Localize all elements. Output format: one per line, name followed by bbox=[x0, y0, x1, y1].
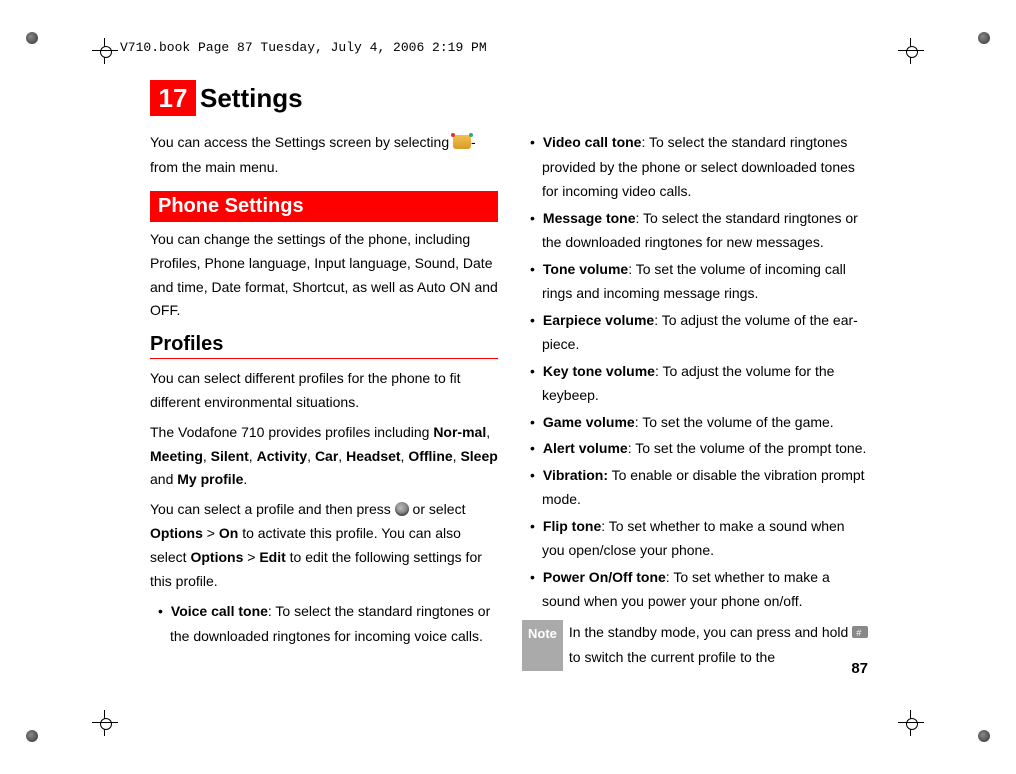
menu-path: Options bbox=[190, 549, 243, 565]
list-item: Game volume: To set the volume of the ga… bbox=[522, 410, 870, 435]
register-mark-icon bbox=[92, 38, 118, 64]
register-mark-icon bbox=[92, 710, 118, 736]
corner-dot-icon bbox=[26, 730, 38, 742]
list-item: Key tone volume: To adjust the volume fo… bbox=[522, 359, 870, 408]
text: > bbox=[243, 549, 259, 565]
list-item: Video call tone: To select the standard … bbox=[522, 130, 870, 204]
list-item: Alert volume: To set the volume of the p… bbox=[522, 436, 870, 461]
settings-menu-icon bbox=[453, 135, 471, 149]
column-right: Video call tone: To select the standard … bbox=[522, 130, 870, 671]
setting-name: Earpiece volume bbox=[543, 312, 654, 328]
list-item: Power On/Off tone: To set whether to mak… bbox=[522, 565, 870, 614]
section-paragraph: You can change the settings of the phone… bbox=[150, 228, 498, 323]
text: to switch the current profile to the bbox=[569, 649, 775, 665]
section-heading-bar: Phone Settings bbox=[150, 191, 498, 222]
text: The Vodafone 710 provides profiles inclu… bbox=[150, 424, 433, 440]
profile-name: My profile bbox=[177, 471, 243, 487]
print-header: V710.book Page 87 Tuesday, July 4, 2006 … bbox=[120, 40, 896, 55]
corner-dot-icon bbox=[978, 32, 990, 44]
list-item: Voice call tone: To select the standard … bbox=[150, 599, 498, 648]
settings-bullet-list: Voice call tone: To select the standard … bbox=[150, 599, 498, 648]
menu-path: Edit bbox=[259, 549, 285, 565]
setting-name: Flip tone bbox=[543, 518, 601, 534]
chapter-number: 17 bbox=[150, 80, 196, 116]
note-text: In the standby mode, you can press and h… bbox=[569, 620, 870, 672]
setting-name: Game volume bbox=[543, 414, 635, 430]
register-mark-icon bbox=[898, 710, 924, 736]
chapter-heading: 17 Settings bbox=[150, 80, 870, 116]
note-label: Note bbox=[522, 620, 563, 672]
setting-desc: : To set the volume of the prompt tone. bbox=[628, 440, 867, 456]
setting-name: Alert volume bbox=[543, 440, 628, 456]
setting-name: Vibration: bbox=[543, 467, 608, 483]
profile-name: Car bbox=[315, 448, 338, 464]
list-item: Message tone: To select the standard rin… bbox=[522, 206, 870, 255]
intro-text: You can access the Settings screen by se… bbox=[150, 134, 449, 150]
profile-name: Sleep bbox=[460, 448, 497, 464]
setting-name: Video call tone bbox=[543, 134, 642, 150]
column-left: You can access the Settings screen by se… bbox=[150, 130, 498, 671]
profile-name: Activity bbox=[257, 448, 308, 464]
page-content: 17 Settings You can access the Settings … bbox=[150, 80, 870, 671]
profile-name: Nor-mal bbox=[433, 424, 486, 440]
text: . bbox=[243, 471, 247, 487]
corner-dot-icon bbox=[978, 730, 990, 742]
profile-name: Meeting bbox=[150, 448, 203, 464]
setting-name: Voice call tone bbox=[171, 603, 268, 619]
list-item: Flip tone: To set whether to make a soun… bbox=[522, 514, 870, 563]
profile-name: Silent bbox=[211, 448, 249, 464]
setting-name: Message tone bbox=[543, 210, 636, 226]
settings-bullet-list: Video call tone: To select the standard … bbox=[522, 130, 870, 614]
corner-dot-icon bbox=[26, 32, 38, 44]
profiles-instructions: You can select a profile and then press … bbox=[150, 498, 498, 593]
text: In the standby mode, you can press and h… bbox=[569, 624, 852, 640]
setting-name: Power On/Off tone bbox=[543, 569, 666, 585]
text: You can select a profile and then press bbox=[150, 501, 395, 517]
list-item: Vibration: To enable or disable the vibr… bbox=[522, 463, 870, 512]
menu-path: On bbox=[219, 525, 238, 541]
setting-name: Key tone volume bbox=[543, 363, 655, 379]
menu-path: Options bbox=[150, 525, 203, 541]
chapter-title: Settings bbox=[200, 83, 303, 114]
hash-key-icon bbox=[852, 626, 868, 638]
setting-name: Tone volume bbox=[543, 261, 628, 277]
text: or select bbox=[409, 501, 466, 517]
text: > bbox=[203, 525, 219, 541]
page-number: 87 bbox=[851, 660, 868, 677]
profile-name: Headset bbox=[346, 448, 400, 464]
profiles-paragraph: You can select different profiles for th… bbox=[150, 367, 498, 415]
list-item: Tone volume: To set the volume of incomi… bbox=[522, 257, 870, 306]
nav-button-icon bbox=[395, 502, 409, 516]
register-mark-icon bbox=[898, 38, 924, 64]
profile-name: Offline bbox=[408, 448, 452, 464]
list-item: Earpiece volume: To adjust the volume of… bbox=[522, 308, 870, 357]
subsection-heading: Profiles bbox=[150, 333, 498, 359]
intro-paragraph: You can access the Settings screen by se… bbox=[150, 130, 498, 179]
setting-desc: : To set the volume of the game. bbox=[635, 414, 834, 430]
profiles-list-paragraph: The Vodafone 710 provides profiles inclu… bbox=[150, 421, 498, 492]
note-block: Note In the standby mode, you can press … bbox=[522, 620, 870, 672]
